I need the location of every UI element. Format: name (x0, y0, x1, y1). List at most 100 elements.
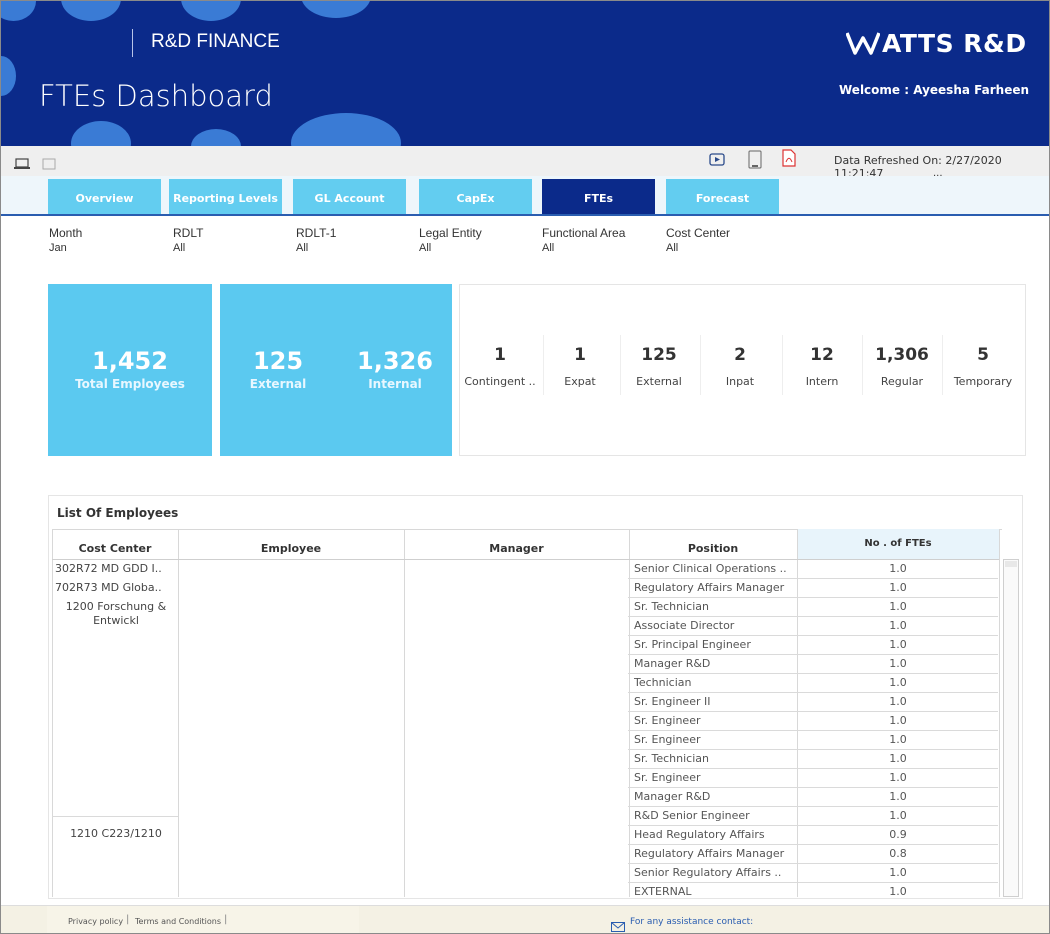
kpi-total-value: 1,452 (92, 347, 168, 375)
decor-blob (291, 113, 401, 146)
row-divider (628, 787, 998, 788)
type-value: 1 (574, 345, 586, 365)
decor-blob (301, 1, 371, 18)
fte-cell: 1.0 (889, 866, 907, 879)
fte-cell: 1.0 (889, 619, 907, 632)
group-divider (52, 816, 178, 817)
row-divider (628, 692, 998, 693)
type-value: 1,306 (875, 345, 929, 365)
header-banner: R&D FINANCE FTEs Dashboard ATTS R&D Welc… (1, 1, 1049, 146)
filter-value[interactable]: Jan (49, 242, 82, 254)
logo-w-icon (845, 30, 881, 62)
tab-forecast[interactable]: Forecast (666, 179, 779, 214)
column-header-cost-center[interactable]: Cost Center (52, 529, 178, 559)
filter-value[interactable]: All (173, 242, 203, 254)
position-cell: Head Regulatory Affairs (634, 828, 765, 841)
fte-cell: 1.0 (889, 657, 907, 670)
column-divider (999, 529, 1000, 897)
tab-bar: Overview Reporting Levels GL Account Cap… (1, 176, 1049, 216)
tab-capex[interactable]: CapEx (419, 179, 532, 214)
position-cell: EXTERNAL (634, 885, 692, 898)
logo-text: ATTS R&D (882, 29, 1027, 58)
row-divider (628, 711, 998, 712)
type-value: 2 (734, 345, 746, 365)
cost-center-cell: Entwickl (93, 614, 139, 627)
filter-value[interactable]: All (666, 242, 730, 254)
cost-center-cell: 702R73 MD Globa.. (55, 581, 162, 594)
filter-value[interactable]: All (542, 242, 625, 254)
footer: Privacy policy | Terms and Conditions | … (1, 905, 1049, 933)
column-divider (52, 529, 53, 897)
decor-blob (61, 1, 121, 21)
row-divider (628, 578, 998, 579)
column-header-employee[interactable]: Employee (178, 529, 404, 559)
filter-label: Month (49, 226, 83, 240)
cost-center-cell: 1210 C223/1210 (70, 827, 162, 840)
scroll-thumb[interactable] (1005, 561, 1017, 567)
fte-cell: 1.0 (889, 771, 907, 784)
filter-rdlt[interactable]: RDLT All (173, 226, 203, 254)
filter-value[interactable]: All (419, 242, 482, 254)
pdf-export-icon[interactable] (781, 149, 797, 171)
fte-cell: 1.0 (889, 695, 907, 708)
kpi-total-label: Total Employees (75, 377, 185, 391)
fte-cell: 1.0 (889, 676, 907, 689)
table-scrollbar[interactable] (1003, 559, 1019, 897)
column-header-manager[interactable]: Manager (404, 529, 629, 559)
decor-blob (191, 129, 241, 146)
filter-label: Functional Area (542, 226, 626, 240)
type-value: 5 (977, 345, 989, 365)
privacy-policy-link[interactable]: Privacy policy (68, 917, 123, 926)
type-label: Contingent .. (464, 375, 536, 388)
fte-cell: 1.0 (889, 600, 907, 613)
footer-separator: | (126, 914, 130, 925)
filter-label: Cost Center (666, 226, 731, 240)
fte-cell: 1.0 (889, 752, 907, 765)
fte-cell: 1.0 (889, 638, 907, 651)
tab-gl-account[interactable]: GL Account (293, 179, 406, 214)
filter-functional-area[interactable]: Functional Area All (542, 226, 625, 254)
row-divider (628, 597, 998, 598)
position-cell: Regulatory Affairs Manager (634, 581, 785, 594)
type-expat: 1 Expat (543, 345, 617, 388)
tablet-view-icon[interactable] (42, 155, 56, 174)
desktop-view-icon[interactable] (14, 155, 30, 174)
terms-link[interactable]: Terms and Conditions (135, 917, 221, 926)
page-title: FTEs Dashboard (39, 79, 273, 113)
filter-label: RDLT (173, 226, 204, 240)
row-divider (628, 616, 998, 617)
kpi-external-label: External (249, 377, 307, 391)
column-header-position[interactable]: Position (629, 529, 797, 559)
column-header-ftes[interactable]: No . of FTEs (797, 529, 999, 559)
position-cell: Sr. Engineer (634, 714, 701, 727)
row-divider (628, 673, 998, 674)
row-divider (628, 730, 998, 731)
cost-center-cell: 1200 Forschung & (65, 600, 167, 613)
row-divider (628, 768, 998, 769)
kpi-internal-label: Internal (368, 377, 422, 391)
kpi-internal-value: 1,326 (357, 347, 433, 375)
filter-value[interactable]: All (296, 242, 336, 254)
fte-cell: 0.9 (889, 828, 907, 841)
employee-list-title: List Of Employees (57, 506, 179, 520)
decor-blob (1, 1, 36, 21)
filter-month[interactable]: Month Jan (49, 226, 82, 254)
filter-legal-entity[interactable]: Legal Entity All (419, 226, 482, 254)
filter-cost-center[interactable]: Cost Center All (666, 226, 730, 254)
decor-blob (71, 121, 131, 146)
type-value: 12 (810, 345, 834, 365)
present-icon[interactable] (709, 152, 725, 171)
mobile-view-icon[interactable] (748, 150, 762, 174)
assistance-contact[interactable]: For any assistance contact: (630, 917, 753, 927)
filter-rdlt-1[interactable]: RDLT-1 All (296, 226, 336, 254)
row-divider (628, 806, 998, 807)
tab-ftes[interactable]: FTEs (542, 179, 655, 214)
type-regular: 1,306 Regular (862, 345, 942, 388)
kpi-external-value: 125 (252, 347, 304, 375)
position-cell: Sr. Engineer (634, 733, 701, 746)
tab-reporting-levels[interactable]: Reporting Levels (169, 179, 282, 214)
tab-overview[interactable]: Overview (48, 179, 161, 214)
header-divider (52, 559, 999, 560)
column-divider (629, 529, 630, 897)
type-intern: 12 Intern (782, 345, 862, 388)
